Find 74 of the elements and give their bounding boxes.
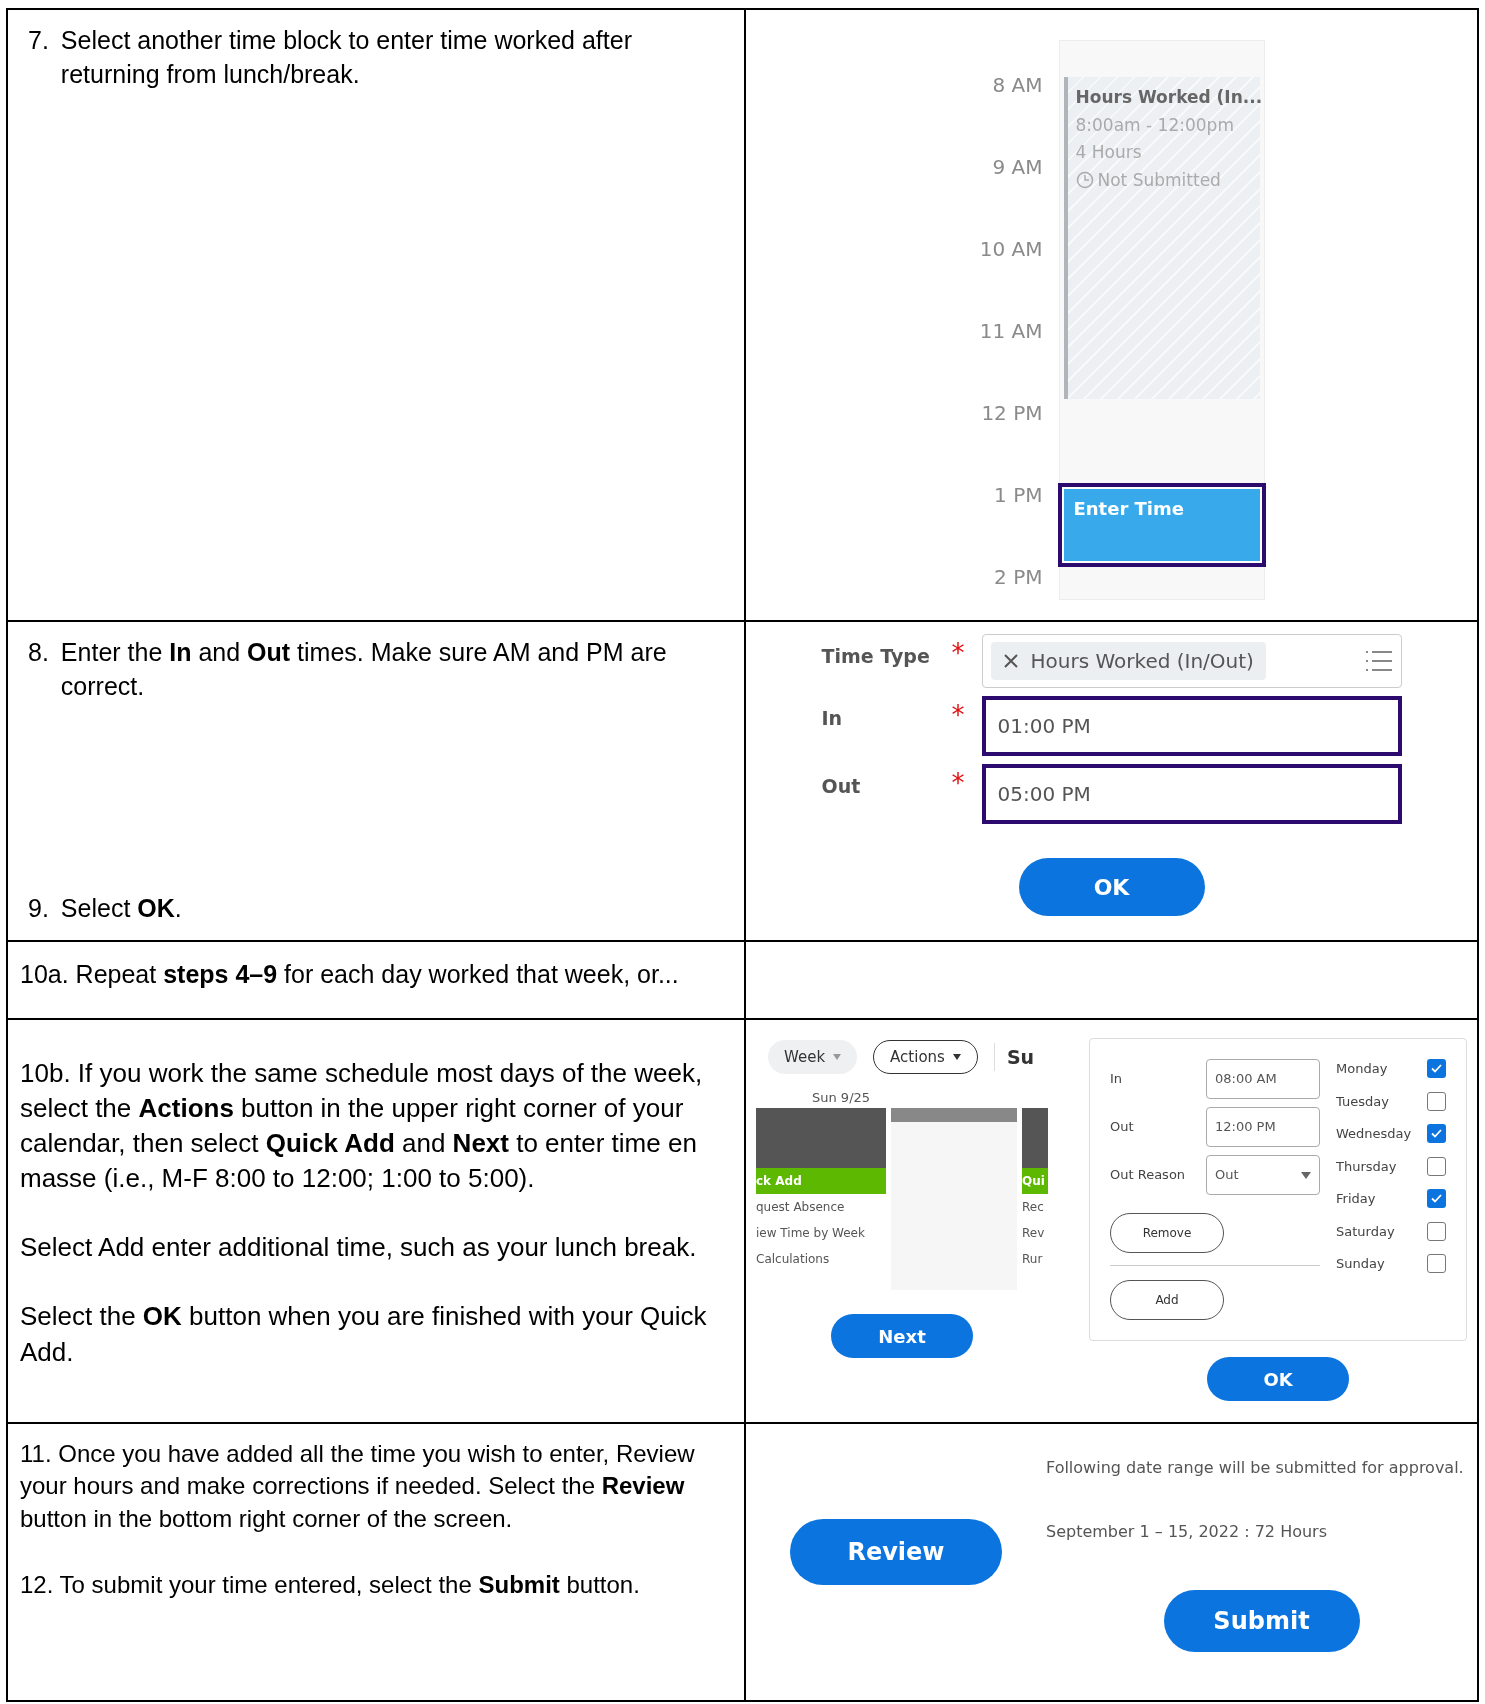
hour-label: 8 AM bbox=[992, 72, 1043, 99]
hour-label: 10 AM bbox=[979, 236, 1043, 263]
ok-button[interactable]: OK bbox=[1018, 858, 1205, 916]
hour-label: 1 PM bbox=[994, 482, 1043, 509]
weekday-checkbox[interactable] bbox=[1427, 1189, 1446, 1209]
ok-button[interactable]: OK bbox=[1207, 1357, 1349, 1401]
selected-chip: Hours Worked (In/Out) bbox=[990, 642, 1266, 680]
entry-status: Not Submitted bbox=[1097, 168, 1221, 192]
field-label: In bbox=[821, 706, 844, 731]
hour-label: 11 AM bbox=[979, 318, 1043, 345]
submit-button[interactable]: Submit bbox=[1163, 1590, 1360, 1652]
entry-time: 8:00am - 12:00pm bbox=[1075, 113, 1235, 137]
weekday-label: Tuesday bbox=[1336, 1092, 1389, 1111]
required-asterisk: * bbox=[951, 699, 966, 732]
time-input-field[interactable]: 05:00 PM bbox=[981, 764, 1402, 824]
instruction-paragraph: Select Add enter additional time, such as your lunch break. bbox=[20, 1231, 698, 1265]
weekday-checkbox[interactable] bbox=[1427, 1254, 1446, 1274]
entry-duration: 4 Hours bbox=[1075, 141, 1143, 164]
time-type-field[interactable]: Hours Worked (In/Out) bbox=[981, 634, 1402, 688]
caret-icon bbox=[1301, 1171, 1311, 1179]
weekday-checkbox[interactable] bbox=[1427, 1221, 1446, 1241]
time-input-field[interactable]: 01:00 PM bbox=[981, 696, 1402, 756]
out-reason-dropdown[interactable]: Out bbox=[1206, 1155, 1320, 1195]
weekday-label: Friday bbox=[1336, 1190, 1376, 1208]
date-range-summary: September 1 – 15, 2022 : 72 Hours bbox=[1046, 1521, 1328, 1543]
remove-icon[interactable] bbox=[1002, 653, 1019, 669]
step-text: Select OK. bbox=[60, 893, 182, 925]
date-label: Sun 9/25 bbox=[812, 1089, 872, 1107]
weekday-checkbox[interactable] bbox=[1427, 1059, 1446, 1079]
instruction-paragraph: Select the OK button when you are finished with your Quick Add. bbox=[20, 1300, 708, 1369]
step-number: 7. bbox=[28, 25, 49, 56]
week-dropdown[interactable]: Week bbox=[768, 1040, 858, 1074]
instruction-paragraph: 11. Once you have added all the time you wish to enter, Review your hours and make corrections if needed. Select the Review button in the bottom right corner of the screen. bbox=[20, 1439, 696, 1534]
hour-label: 9 AM bbox=[992, 154, 1043, 181]
time-input-field[interactable]: 08:00 AM bbox=[1206, 1059, 1320, 1099]
weekday-label: Saturday bbox=[1336, 1222, 1395, 1241]
hour-label: 12 PM bbox=[981, 400, 1043, 427]
field-label: Time Type bbox=[821, 644, 931, 669]
field-label: In bbox=[1110, 1070, 1123, 1089]
weekday-label: Monday bbox=[1336, 1060, 1388, 1078]
weekday-label: Sunday bbox=[1336, 1255, 1385, 1273]
time-input-field[interactable]: 12:00 PM bbox=[1206, 1107, 1320, 1147]
checkmark-icon bbox=[1431, 1064, 1442, 1074]
checkmark-icon bbox=[1431, 1194, 1442, 1204]
caret-icon bbox=[952, 1054, 961, 1060]
hour-label: 2 PM bbox=[994, 564, 1043, 591]
next-button[interactable]: Next bbox=[831, 1314, 973, 1358]
field-label: Out bbox=[821, 774, 862, 799]
weekday-label: Thursday bbox=[1336, 1157, 1397, 1176]
review-button[interactable]: Review bbox=[790, 1519, 1002, 1585]
step-text: Select another time block to enter time worked after returning from lunch/break. bbox=[60, 25, 633, 90]
checkmark-icon bbox=[1431, 1129, 1442, 1139]
week-heading: Su bbox=[993, 1042, 1035, 1072]
entry-title: Hours Worked (In... bbox=[1075, 86, 1260, 109]
field-label: Out bbox=[1110, 1118, 1134, 1137]
step-number: 9. bbox=[28, 893, 49, 925]
instruction-paragraph: 12. To submit your time entered, select the Submit button. bbox=[20, 1570, 641, 1601]
required-asterisk: * bbox=[951, 767, 966, 800]
caret-icon bbox=[833, 1054, 842, 1060]
clock-icon bbox=[1075, 171, 1094, 190]
step-text: Enter the In and Out times. Make sure AM and PM are correct. bbox=[60, 637, 668, 702]
approval-message: Following date range will be submitted for approval. bbox=[1046, 1457, 1465, 1479]
weekday-checkbox[interactable] bbox=[1427, 1091, 1446, 1111]
instruction-paragraph: 10b. If you work the same schedule most days of the week, select the Actions button in the upper right corner of your calendar, then select Quick Add and Next to enter time en masse (i.e., M-F 8:00 to 12:00; 1:00 to 5:00). bbox=[20, 1057, 704, 1196]
weekday-checkbox[interactable] bbox=[1427, 1124, 1446, 1144]
weekday-checkbox[interactable] bbox=[1427, 1156, 1446, 1176]
menu-header bbox=[1022, 1107, 1048, 1168]
required-asterisk: * bbox=[951, 637, 966, 670]
time-entry-block[interactable]: Hours Worked (In... 8:00am - 12:00pm 4 Hours Not Submitted bbox=[1063, 77, 1260, 399]
weekday-label: Wednesday bbox=[1336, 1125, 1412, 1143]
list-icon[interactable] bbox=[1364, 649, 1393, 673]
step-number: 8. bbox=[28, 637, 49, 668]
field-label: Out Reason bbox=[1110, 1166, 1186, 1185]
step-text: 10a. Repeat steps 4–9 for each day worked that week, or... bbox=[20, 960, 679, 988]
